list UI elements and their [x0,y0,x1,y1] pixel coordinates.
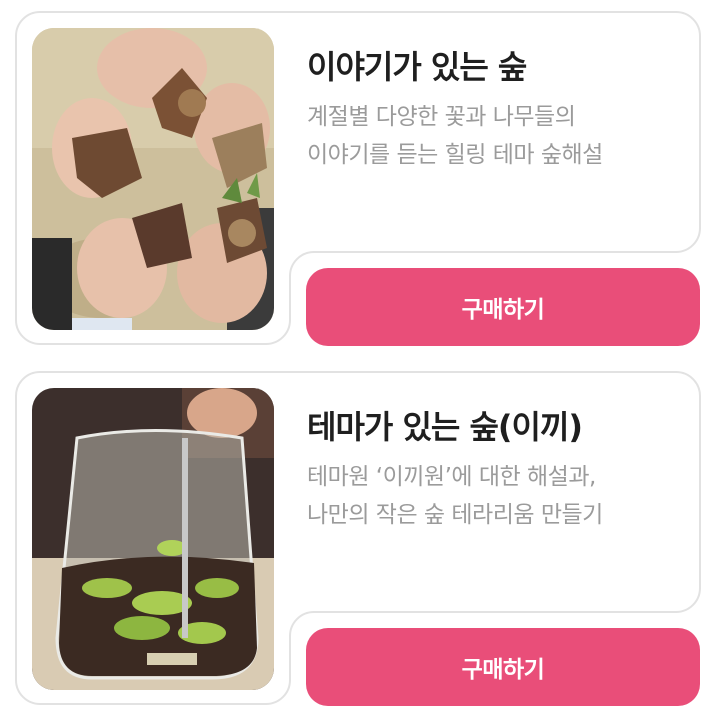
product-title: 테마가 있는 숲(이끼) [307,408,583,446]
description-line: 계절별 다양한 꽃과 나무들의 [307,104,576,130]
product-photo-leaves [32,28,274,330]
buy-button[interactable]: 구매하기 [306,628,700,706]
product-description: 계절별 다양한 꽃과 나무들의 이야기를 듣는 힐링 테마 숲해설 [307,98,687,174]
description-line: 테마원 ‘이끼원’에 대한 해설과, [307,464,596,490]
buy-button[interactable]: 구매하기 [306,268,700,346]
product-photo-terrarium [32,388,274,690]
description-line: 이야기를 듣는 힐링 테마 숲해설 [307,142,603,168]
product-card: 테마가 있는 숲(이끼) 테마원 ‘이끼원’에 대한 해설과, 나만의 작은 숲… [0,360,721,710]
product-title: 이야기가 있는 숲 [307,48,527,86]
product-card: 이야기가 있는 숲 계절별 다양한 꽃과 나무들의 이야기를 듣는 힐링 테마 … [0,0,721,350]
product-description: 테마원 ‘이끼원’에 대한 해설과, 나만의 작은 숲 테라리움 만들기 [307,458,687,534]
description-line: 나만의 작은 숲 테라리움 만들기 [307,502,603,528]
